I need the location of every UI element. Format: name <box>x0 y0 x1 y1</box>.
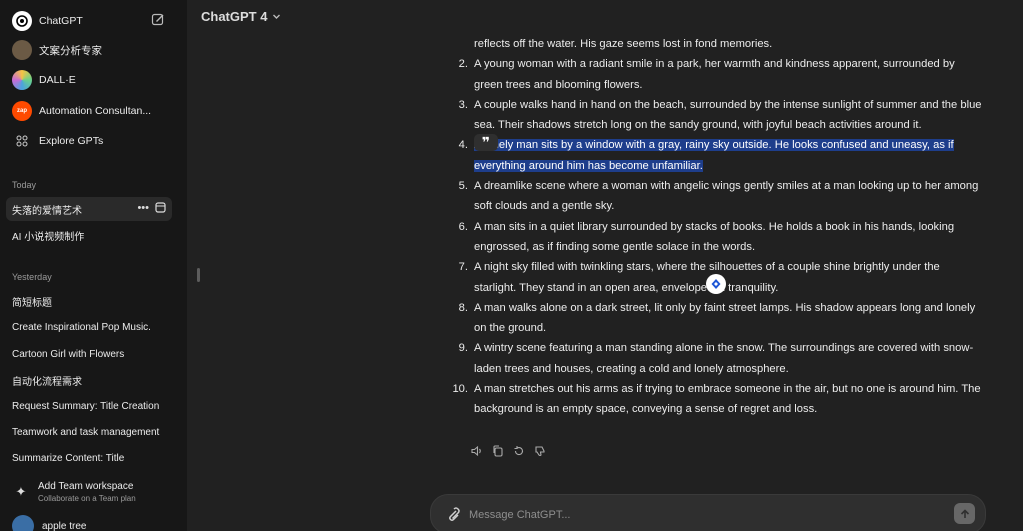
chatgpt-logo-icon <box>12 11 32 31</box>
list-item-number: 7. <box>458 261 468 274</box>
chat-item-label: 失落的爱情艺术 <box>12 205 82 217</box>
new-chat-icon[interactable] <box>151 12 165 26</box>
list-item: 3. A couple walks hand in hand on the bea… <box>444 95 984 136</box>
list-item-number: 8. <box>458 301 468 314</box>
model-name: ChatGPT 4 <box>201 9 268 24</box>
list-item-text: A man sits in a quiet library surrounded… <box>474 220 955 253</box>
list-item-text: A dreamlike scene where a woman with ang… <box>474 180 979 213</box>
list-item: 8. A man walks alone on a dark street, li… <box>444 298 984 339</box>
sidebar-item-gpt-copywriting[interactable]: 文案分析专家 <box>6 37 177 63</box>
user-name: apple tree <box>42 520 87 531</box>
message-composer <box>430 494 986 531</box>
cursor-badge-icon <box>706 274 726 294</box>
sidebar-item-explore-gpts[interactable]: Explore GPTs <box>6 128 177 154</box>
chat-item[interactable]: Cartoon Girl with Flowers <box>6 342 172 366</box>
sidebar-item-label: Automation Consultan... <box>39 105 152 117</box>
sidebar-item-dalle[interactable]: DALL·E <box>6 67 177 93</box>
avatar <box>12 515 34 531</box>
list-item: 4. A lonely man sits by a window with a g… <box>444 135 984 176</box>
list-item-text: A couple walks hand in hand on the beach… <box>474 98 982 132</box>
list-item-text: A man walks alone on a dark street, lit … <box>474 301 976 335</box>
message-actions <box>470 444 547 458</box>
archive-icon[interactable] <box>155 202 166 216</box>
quote-icon[interactable]: ❞ <box>474 134 498 151</box>
user-menu[interactable]: apple tree <box>12 515 86 531</box>
list-item-text: reflects off the water. His gaze seems l… <box>474 38 773 50</box>
zapier-icon: zap <box>12 101 32 121</box>
add-team-workspace-button[interactable]: ✦ Add Team workspace Collaborate on a Te… <box>10 476 180 508</box>
chat-item[interactable]: Summarize Content: Title <box>6 446 172 470</box>
sidebar-item-automation-consultant[interactable]: zap Automation Consultan... <box>6 98 177 124</box>
list-item-text: A young woman with a radiant smile in a … <box>474 58 955 91</box>
sidebar-item-label: DALL·E <box>39 74 76 86</box>
section-label-today: Today <box>12 180 37 190</box>
chat-item[interactable]: 简短标题 <box>6 289 172 313</box>
chat-item[interactable]: 失落的爱情艺术 ••• <box>6 197 172 221</box>
team-subtitle: Collaborate on a Team plan <box>38 494 136 503</box>
chat-item[interactable]: Create Inspirational Pop Music. <box>6 315 172 339</box>
list-item: 9. A wintry scene featuring a man standin… <box>444 338 984 379</box>
list-item-number: 5. <box>458 180 468 193</box>
sidebar-item-label: ChatGPT <box>39 15 83 27</box>
list-item: reflects off the water. His gaze seems l… <box>444 34 984 54</box>
list-item-number: 9. <box>458 342 468 355</box>
chat-item[interactable]: Request Summary: Title Creation <box>6 394 172 418</box>
list-item: 6. A man sits in a quiet library surround… <box>444 217 984 258</box>
list-item-number: 6. <box>458 220 468 233</box>
model-selector[interactable]: ChatGPT 4 <box>201 9 281 24</box>
chat-item[interactable]: Teamwork and task management <box>6 420 172 444</box>
thumbs-down-icon[interactable] <box>533 444 547 458</box>
assistant-message: reflects off the water. His gaze seems l… <box>444 34 984 420</box>
grid-icon <box>12 131 32 151</box>
sparkle-icon: ✦ <box>15 484 27 499</box>
more-options-icon[interactable]: ••• <box>137 202 149 216</box>
list-item-number: 3. <box>458 98 468 111</box>
sidebar-toggle-handle[interactable] <box>197 268 200 282</box>
message-input[interactable] <box>469 505 939 525</box>
list-item-text: A lonely man sits by a window with a gra… <box>474 139 954 172</box>
attach-icon[interactable] <box>445 506 461 524</box>
send-button[interactable] <box>954 503 975 524</box>
sidebar: ChatGPT 文案分析专家 DALL·E zap Automation Con… <box>0 0 187 531</box>
chat-item[interactable]: AI 小说视频制作 <box>6 223 172 247</box>
list-item: 2. A young woman with a radiant smile in … <box>444 54 984 95</box>
list-item-number: 10. <box>452 383 468 396</box>
chat-item[interactable]: 自动化流程需求 <box>6 368 172 392</box>
gpt-avatar-icon <box>12 40 32 60</box>
list-item-number: 2. <box>458 58 468 71</box>
list-item-text: A wintry scene featuring a man standing … <box>474 342 974 375</box>
list-item: 5. A dreamlike scene where a woman with a… <box>444 176 984 217</box>
team-title: Add Team workspace <box>38 481 134 492</box>
sidebar-item-label: 文案分析专家 <box>39 44 102 57</box>
list-item-number: 4. <box>458 139 468 152</box>
sidebar-item-label: Explore GPTs <box>39 135 104 147</box>
chevron-down-icon <box>272 9 281 24</box>
regenerate-icon[interactable] <box>512 444 526 458</box>
list-item-text: A man stretches out his arms as if tryin… <box>474 383 981 416</box>
dalle-icon <box>12 70 32 90</box>
copy-icon[interactable] <box>491 444 505 458</box>
list-item: 10. A man stretches out his arms as if tr… <box>444 379 984 420</box>
section-label-yesterday: Yesterday <box>12 272 52 282</box>
read-aloud-icon[interactable] <box>470 444 484 458</box>
